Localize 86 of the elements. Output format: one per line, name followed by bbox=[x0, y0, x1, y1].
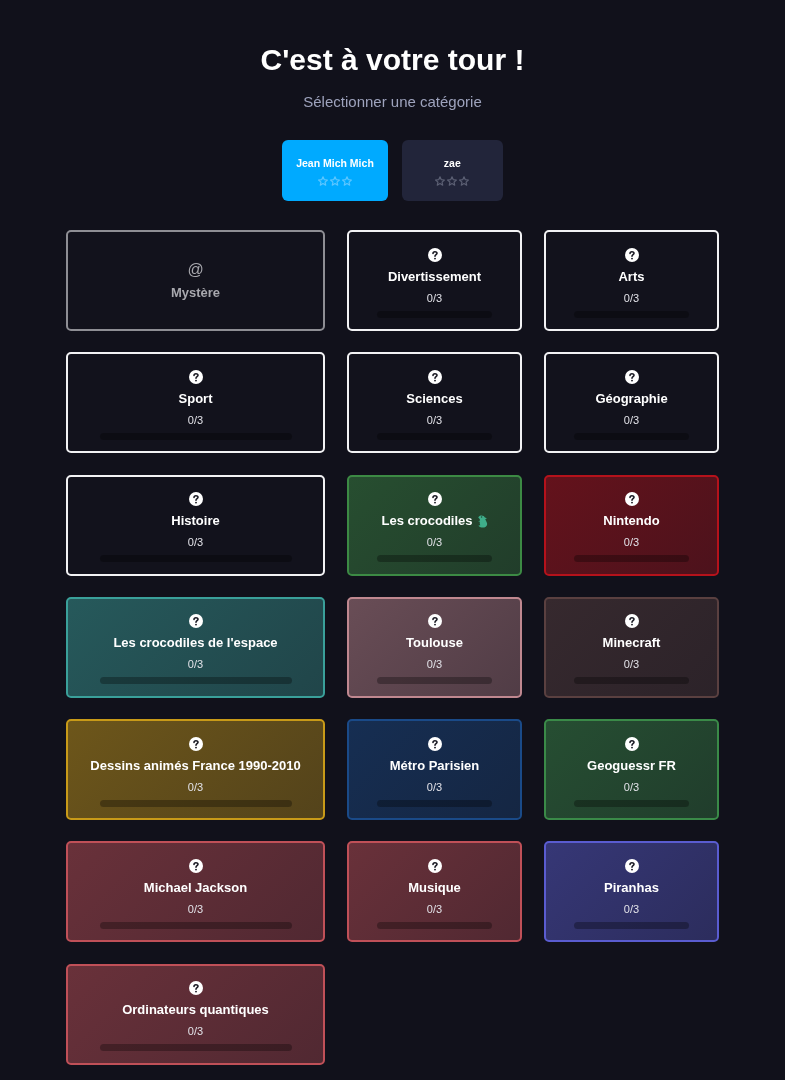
star-icon bbox=[330, 175, 340, 186]
question-icon bbox=[624, 247, 639, 262]
question-icon bbox=[188, 736, 203, 751]
star-icon bbox=[342, 175, 352, 186]
question-icon bbox=[624, 614, 639, 629]
category-title: Sport bbox=[178, 390, 213, 407]
category-card[interactable]: Nintendo 0/3 bbox=[544, 474, 719, 576]
progress-count: 0/3 bbox=[426, 779, 443, 794]
star-icon bbox=[435, 175, 446, 186]
page-subtitle: Sélectionner une catégorie bbox=[303, 93, 482, 111]
question-icon bbox=[427, 247, 442, 262]
category-title: Ordinateurs quantiques bbox=[122, 1002, 269, 1019]
progress-count: 0/3 bbox=[426, 657, 443, 672]
category-title: Minecraft bbox=[602, 635, 661, 652]
mystery-card[interactable]: @ Mystère bbox=[66, 230, 325, 331]
question-icon bbox=[427, 736, 442, 751]
category-title: Musique bbox=[408, 880, 461, 896]
category-title: Geoguessr FR bbox=[587, 757, 676, 774]
category-title: Piranhas bbox=[604, 880, 659, 896]
question-icon bbox=[427, 369, 442, 384]
progress-count: 0/3 bbox=[187, 535, 204, 550]
progress-count: 0/3 bbox=[187, 1024, 204, 1039]
question-icon bbox=[624, 492, 639, 507]
progress-count: 0/3 bbox=[623, 779, 640, 794]
category-title: Métro Parisien bbox=[389, 757, 480, 774]
category-title: Nintendo bbox=[603, 513, 660, 530]
question-icon bbox=[188, 369, 203, 384]
category-title: Dessins animés France 1990-2010 bbox=[90, 757, 301, 774]
category-card[interactable]: Minecraft 0/3 bbox=[544, 596, 719, 698]
progress-count: 0/3 bbox=[623, 657, 640, 672]
category-title: Toulouse bbox=[406, 635, 463, 652]
question-icon bbox=[427, 859, 442, 873]
category-card[interactable]: Les crocodiles de l'espace 0/3 bbox=[66, 596, 325, 698]
question-icon bbox=[188, 492, 203, 507]
category-card[interactable]: Sport 0/3 bbox=[66, 352, 325, 454]
progress-count: 0/3 bbox=[187, 412, 204, 427]
category-title: Divertissement bbox=[387, 268, 482, 285]
category-title: Michael Jackson bbox=[143, 880, 248, 896]
category-card[interactable]: Géographie 0/3 bbox=[544, 352, 719, 454]
category-title: Mystère bbox=[170, 284, 221, 301]
progress-count: 0/3 bbox=[426, 535, 443, 550]
category-card[interactable]: Dessins animés France 1990-2010 0/3 bbox=[66, 719, 325, 821]
category-card[interactable]: Piranhas 0/3 bbox=[544, 841, 719, 943]
progress-count: 0/3 bbox=[426, 412, 443, 427]
category-card[interactable]: Ordinateurs quantiques 0/3 bbox=[66, 963, 325, 1065]
category-card[interactable]: Sciences 0/3 bbox=[347, 352, 522, 454]
question-icon bbox=[188, 981, 203, 996]
category-card[interactable]: Musique 0/3 bbox=[347, 841, 522, 943]
question-icon bbox=[624, 369, 639, 384]
star-icon bbox=[459, 175, 470, 186]
category-title: Les crocodiles bbox=[381, 513, 473, 530]
progress-count: 0/3 bbox=[623, 290, 640, 305]
question-icon bbox=[188, 859, 203, 873]
question-icon bbox=[188, 614, 203, 629]
category-title: Géographie bbox=[595, 390, 668, 407]
star-icon bbox=[447, 175, 458, 186]
category-card[interactable]: Divertissement 0/3 bbox=[347, 230, 522, 331]
question-icon bbox=[427, 614, 442, 629]
progress-count: 0/3 bbox=[426, 902, 443, 916]
category-title: Histoire bbox=[171, 513, 220, 530]
progress-count: 0/3 bbox=[623, 535, 640, 550]
progress-count: 0/3 bbox=[623, 902, 640, 916]
progress-count: 0/3 bbox=[187, 902, 204, 916]
category-card[interactable]: Michael Jackson 0/3 bbox=[66, 841, 325, 943]
category-card[interactable]: Arts 0/3 bbox=[544, 230, 719, 331]
category-card[interactable]: Geoguessr FR 0/3 bbox=[544, 719, 719, 821]
question-icon bbox=[624, 859, 639, 873]
question-icon bbox=[624, 736, 639, 751]
player-card[interactable]: zae bbox=[401, 140, 503, 201]
player-name: Jean Mich Mich bbox=[296, 155, 374, 170]
progress-count: 0/3 bbox=[426, 290, 443, 305]
category-title: Les crocodiles de l'espace bbox=[113, 635, 278, 652]
category-card[interactable]: Toulouse 0/3 bbox=[347, 596, 522, 698]
progress-count: 0/3 bbox=[187, 657, 204, 672]
at-symbol: @ bbox=[187, 260, 204, 279]
category-card[interactable]: Métro Parisien 0/3 bbox=[347, 719, 522, 821]
player-name: zae bbox=[443, 155, 461, 170]
category-card[interactable]: Histoire 0/3 bbox=[66, 474, 325, 576]
question-icon bbox=[427, 492, 442, 507]
category-title: Sciences bbox=[406, 390, 463, 407]
star-icon bbox=[318, 175, 328, 186]
progress-count: 0/3 bbox=[623, 412, 640, 427]
page-title: C'est à votre tour ! bbox=[260, 42, 525, 78]
category-title: Arts bbox=[618, 268, 645, 285]
category-card[interactable]: Les crocodiles 0/3 bbox=[347, 474, 522, 576]
progress-count: 0/3 bbox=[187, 779, 204, 794]
